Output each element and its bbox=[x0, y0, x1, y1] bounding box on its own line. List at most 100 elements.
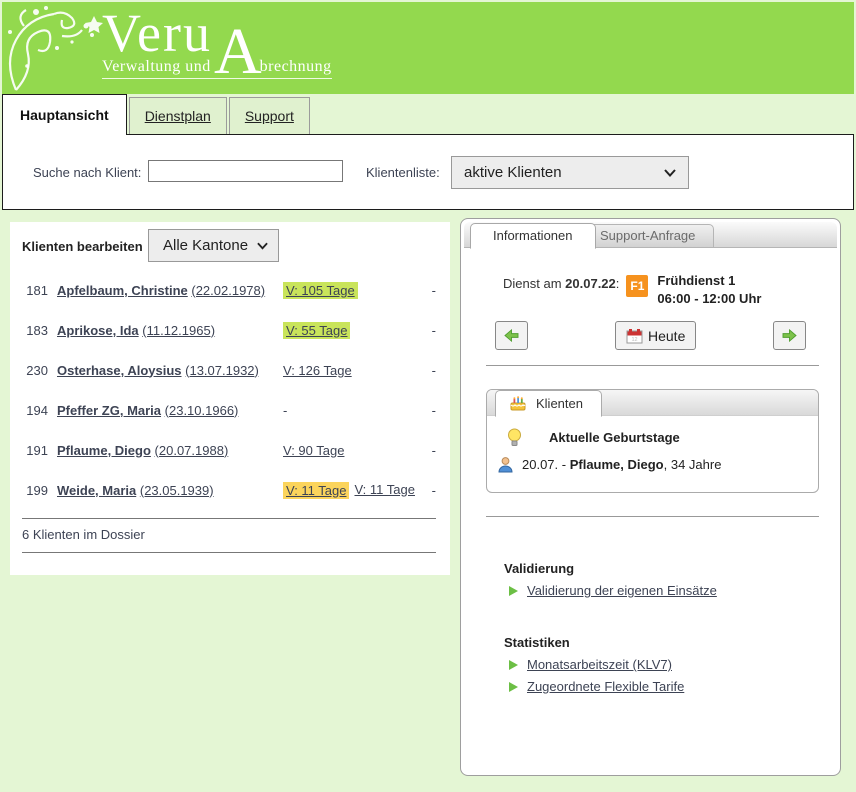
shift-time: 06:00 - 12:00 Uhr bbox=[657, 291, 761, 306]
today-button-label: Heute bbox=[648, 328, 685, 344]
clients-panel-title: Klienten bearbeiten bbox=[22, 239, 143, 254]
client-birthdate-link[interactable]: (20.07.1988) bbox=[155, 443, 229, 458]
header-banner: Veru Verwaltung und A brechnung bbox=[2, 2, 854, 94]
client-birthdate-link[interactable]: (22.02.1978) bbox=[191, 283, 265, 298]
birthday-heading-row: Aktuelle Geburtstage bbox=[497, 428, 810, 447]
tab-hauptansicht[interactable]: Hauptansicht bbox=[2, 94, 127, 135]
floral-decoration bbox=[2, 2, 112, 94]
duty-info-row: Dienst am 20.07.22: F1 Frühdienst 1 06:0… bbox=[503, 272, 761, 308]
client-name-link[interactable]: Pfeffer ZG, Maria bbox=[57, 403, 161, 418]
green-triangle-icon bbox=[509, 586, 518, 596]
vacation-days-link[interactable]: V: 90 Tage bbox=[283, 443, 344, 458]
search-input[interactable] bbox=[148, 160, 343, 182]
flexible-tariffs-link[interactable]: Zugeordnete Flexible Tarife bbox=[527, 679, 684, 694]
birthday-cake-icon bbox=[509, 396, 527, 411]
client-id: 199 bbox=[22, 483, 48, 498]
green-triangle-icon bbox=[509, 660, 518, 670]
dash-value: - bbox=[432, 363, 436, 378]
birthday-entry-row: 20.07. - Pflaume, Diego, 34 Jahre bbox=[497, 456, 810, 473]
vacation-days-link[interactable]: V: 105 Tage bbox=[283, 282, 358, 299]
clients-panel: Klienten bearbeiten Alle Kantone 181 Apf… bbox=[10, 222, 450, 575]
tab-dienstplan[interactable]: Dienstplan bbox=[129, 97, 227, 134]
tab-informationen[interactable]: Informationen bbox=[470, 223, 596, 249]
client-id: 230 bbox=[22, 363, 48, 378]
previous-day-button[interactable] bbox=[495, 321, 528, 350]
shift-name: Frühdienst 1 bbox=[657, 273, 735, 288]
client-list: 181 Apfelbaum, Christine (22.02.1978) V:… bbox=[22, 270, 436, 510]
canton-selected-value: Alle Kantone bbox=[163, 237, 248, 254]
clients-count-text: 6 Klienten im Dossier bbox=[22, 527, 145, 542]
logo-text-main: Veru bbox=[102, 8, 212, 58]
tab-support-anfrage[interactable]: Support-Anfrage bbox=[581, 224, 714, 248]
table-row: 181 Apfelbaum, Christine (22.02.1978) V:… bbox=[22, 270, 436, 310]
clientlist-label: Klientenliste: bbox=[366, 165, 440, 180]
today-button[interactable]: 12 Heute bbox=[615, 321, 696, 350]
duty-colon: : bbox=[616, 276, 620, 291]
vacation-days-link[interactable]: V: 126 Tage bbox=[283, 363, 352, 378]
green-triangle-icon bbox=[509, 682, 518, 692]
client-name-link[interactable]: Osterhase, Aloysius bbox=[57, 363, 182, 378]
shift-badge: F1 bbox=[626, 275, 648, 297]
dash-value: - bbox=[432, 483, 436, 498]
vacation-days-link[interactable]: V: 11 Tage bbox=[354, 482, 414, 499]
birthday-date: 20.07. - bbox=[522, 457, 566, 472]
tab-support[interactable]: Support bbox=[229, 97, 310, 134]
table-row: 194 Pfeffer ZG, Maria (23.10.1966) - - bbox=[22, 390, 436, 430]
info-tab-bar: Informationen Support-Anfrage bbox=[464, 222, 837, 248]
search-label: Suche nach Klient: bbox=[33, 165, 141, 180]
main-tab-bar: Hauptansicht Dienstplan Support bbox=[2, 94, 854, 135]
client-name-link[interactable]: Apfelbaum, Christine bbox=[57, 283, 188, 298]
logo-subtitle-left: Verwaltung und bbox=[102, 58, 211, 76]
clientlist-select[interactable]: aktive Klienten bbox=[451, 156, 689, 189]
canton-select[interactable]: Alle Kantone bbox=[148, 229, 279, 262]
divider bbox=[486, 516, 819, 517]
dash-value: - bbox=[432, 443, 436, 458]
klienten-box-header: Klienten bbox=[487, 390, 818, 416]
logo-text-big-a: A bbox=[214, 28, 262, 76]
validation-link[interactable]: Validierung der eigenen Einsätze bbox=[527, 583, 717, 598]
statistics-heading: Statistiken bbox=[504, 635, 570, 650]
info-panel: Informationen Support-Anfrage Dienst am … bbox=[460, 218, 841, 776]
birthday-name: Pflaume, Diego bbox=[570, 457, 664, 472]
client-name-link[interactable]: Aprikose, Ida bbox=[57, 323, 139, 338]
duty-prefix: Dienst am bbox=[503, 276, 562, 291]
next-day-button[interactable] bbox=[773, 321, 806, 350]
person-icon bbox=[497, 456, 514, 473]
birthday-heading: Aktuelle Geburtstage bbox=[549, 430, 680, 445]
calendar-icon: 12 bbox=[626, 328, 643, 344]
table-row: 230 Osterhase, Aloysius (13.07.1932) V: … bbox=[22, 350, 436, 390]
client-birthdate-link[interactable]: (13.07.1932) bbox=[185, 363, 259, 378]
birthday-age: , 34 Jahre bbox=[664, 457, 722, 472]
client-id: 191 bbox=[22, 443, 48, 458]
klienten-box: Klienten Aktuelle Geburtstage 20.07. - P… bbox=[486, 389, 819, 493]
clientlist-selected-value: aktive Klienten bbox=[464, 164, 562, 181]
dash-value: - bbox=[283, 403, 287, 418]
client-birthdate-link[interactable]: (23.05.1939) bbox=[140, 483, 214, 498]
dash-value: - bbox=[432, 403, 436, 418]
dash-value: - bbox=[432, 283, 436, 298]
client-name-link[interactable]: Pflaume, Diego bbox=[57, 443, 151, 458]
chevron-down-icon bbox=[664, 169, 676, 177]
statistics-link-row: Monatsarbeitszeit (KLV7) bbox=[509, 657, 672, 672]
monthly-worktime-link[interactable]: Monatsarbeitszeit (KLV7) bbox=[527, 657, 672, 672]
chevron-down-icon bbox=[257, 242, 268, 250]
lightbulb-icon bbox=[507, 428, 522, 447]
table-row: 191 Pflaume, Diego (20.07.1988) V: 90 Ta… bbox=[22, 430, 436, 470]
duty-date: 20.07.22 bbox=[565, 276, 616, 291]
divider bbox=[486, 365, 819, 366]
klienten-tab-label: Klienten bbox=[536, 396, 583, 411]
svg-text:12: 12 bbox=[631, 337, 637, 343]
client-birthdate-link[interactable]: (23.10.1966) bbox=[165, 403, 239, 418]
tab-klienten[interactable]: Klienten bbox=[495, 390, 602, 417]
client-id: 183 bbox=[22, 323, 48, 338]
app-logo: Veru Verwaltung und A brechnung bbox=[102, 8, 332, 79]
dash-value: - bbox=[432, 323, 436, 338]
table-row: 199 Weide, Maria (23.05.1939) V: 11 Tage… bbox=[22, 470, 436, 510]
arrow-right-icon bbox=[782, 329, 797, 342]
client-name-link[interactable]: Weide, Maria bbox=[57, 483, 136, 498]
client-birthdate-link[interactable]: (11.12.1965) bbox=[142, 323, 215, 338]
vacation-days-link[interactable]: V: 11 Tage bbox=[283, 482, 349, 499]
table-row: 183 Aprikose, Ida (11.12.1965) V: 55 Tag… bbox=[22, 310, 436, 350]
search-panel: Suche nach Klient: Klientenliste: aktive… bbox=[2, 135, 854, 210]
vacation-days-link[interactable]: V: 55 Tage bbox=[283, 322, 350, 339]
